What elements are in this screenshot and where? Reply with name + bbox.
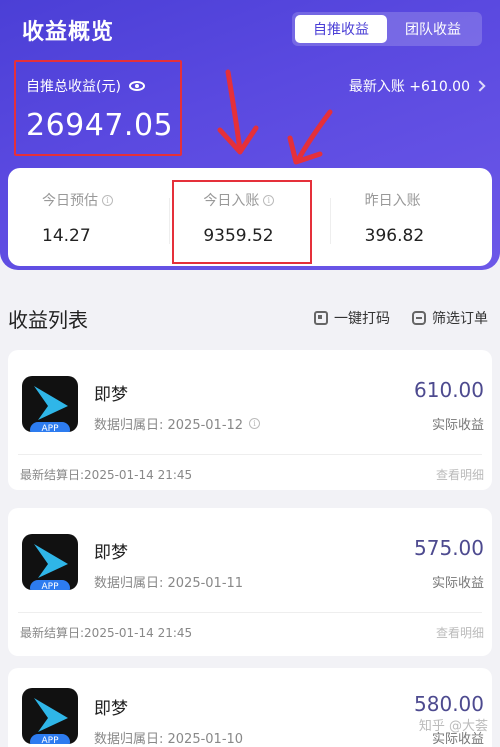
settle-time: 最新结算日:2025-01-14 21:45 (20, 626, 193, 640)
app-name: 即梦 (94, 543, 128, 563)
amount: 580.00 (414, 692, 484, 716)
earnings-tab-group: 自推收益 团队收益 (292, 12, 482, 46)
stat-today-estimate: 今日预估 i 14.27 (8, 168, 169, 266)
annotation-box-today (172, 180, 312, 264)
tab-team-earnings[interactable]: 团队收益 (387, 15, 479, 43)
data-date: 数据归属日: 2025-01-10 (94, 728, 243, 747)
data-date: 数据归属日: 2025-01-11 (94, 572, 243, 591)
annotation-arrow-right-head (287, 135, 323, 165)
annotation-arrow-right (295, 109, 333, 163)
stat-value: 14.27 (42, 226, 91, 246)
list-actions: 一键打码 筛选订单 (314, 308, 488, 328)
amount: 610.00 (414, 378, 484, 402)
settle-time: 最新结算日:2025-01-14 21:45 (20, 468, 193, 482)
divider (18, 454, 482, 455)
app-name: 即梦 (94, 385, 128, 405)
view-detail-link[interactable]: 查看明细 (436, 466, 484, 483)
app-tag: APP (30, 580, 70, 590)
stat-value: 396.82 (364, 226, 425, 246)
app-tag: APP (30, 734, 70, 744)
filter-orders-label: 筛选订单 (432, 311, 488, 327)
list-item[interactable]: APP 即梦 数据归属日: 2025-01-10 580.00 实际收益 (8, 668, 492, 747)
annotation-box-total (14, 60, 182, 156)
mask-all-button[interactable]: 一键打码 (314, 308, 390, 328)
stat-yesterday-credited: 昨日入账 396.82 (331, 168, 492, 266)
data-date-text: 数据归属日: 2025-01-12 (94, 418, 244, 433)
latest-entry-text: 最新入账 +610.00 (348, 79, 470, 95)
data-date-text: 数据归属日: 2025-01-11 (94, 576, 244, 591)
list-item[interactable]: APP 即梦 数据归属日: 2025-01-11 575.00 实际收益 最新结… (8, 508, 492, 656)
data-date: 数据归属日: 2025-01-12 i (94, 414, 261, 433)
tab-self-earnings[interactable]: 自推收益 (295, 15, 387, 43)
mask-all-label: 一键打码 (334, 311, 390, 327)
list-item[interactable]: APP 即梦 数据归属日: 2025-01-12 i 610.00 实际收益 最… (8, 350, 492, 490)
chevron-right-icon (474, 80, 486, 92)
stat-label: 昨日入账 (364, 193, 421, 209)
amount-label: 实际收益 (431, 576, 484, 591)
annotation-arrow-left (225, 69, 243, 153)
amount-label: 实际收益 (431, 418, 484, 433)
amount: 575.00 (414, 536, 484, 560)
latest-entry-link[interactable]: 最新入账 +610.00 (348, 76, 486, 96)
info-icon[interactable]: i (249, 418, 261, 429)
list-title: 收益列表 (8, 308, 88, 332)
app-tag: APP (30, 422, 70, 432)
page-title: 收益概览 (22, 20, 115, 45)
app-name: 即梦 (94, 699, 128, 719)
app-logo: APP (22, 688, 78, 744)
divider (18, 612, 482, 613)
view-detail-link[interactable]: 查看明细 (436, 624, 484, 641)
filter-icon (412, 311, 426, 325)
stat-label: 今日预估 (42, 193, 98, 209)
annotation-arrow-left-head (217, 125, 259, 155)
info-icon[interactable]: i (102, 194, 113, 206)
data-date-text: 数据归属日: 2025-01-10 (94, 732, 244, 747)
app-logo: APP (22, 376, 78, 432)
app-logo: APP (22, 534, 78, 590)
watermark: 知乎 @大荟 (418, 719, 488, 734)
filter-orders-button[interactable]: 筛选订单 (412, 308, 488, 328)
qr-code-icon (314, 311, 328, 325)
